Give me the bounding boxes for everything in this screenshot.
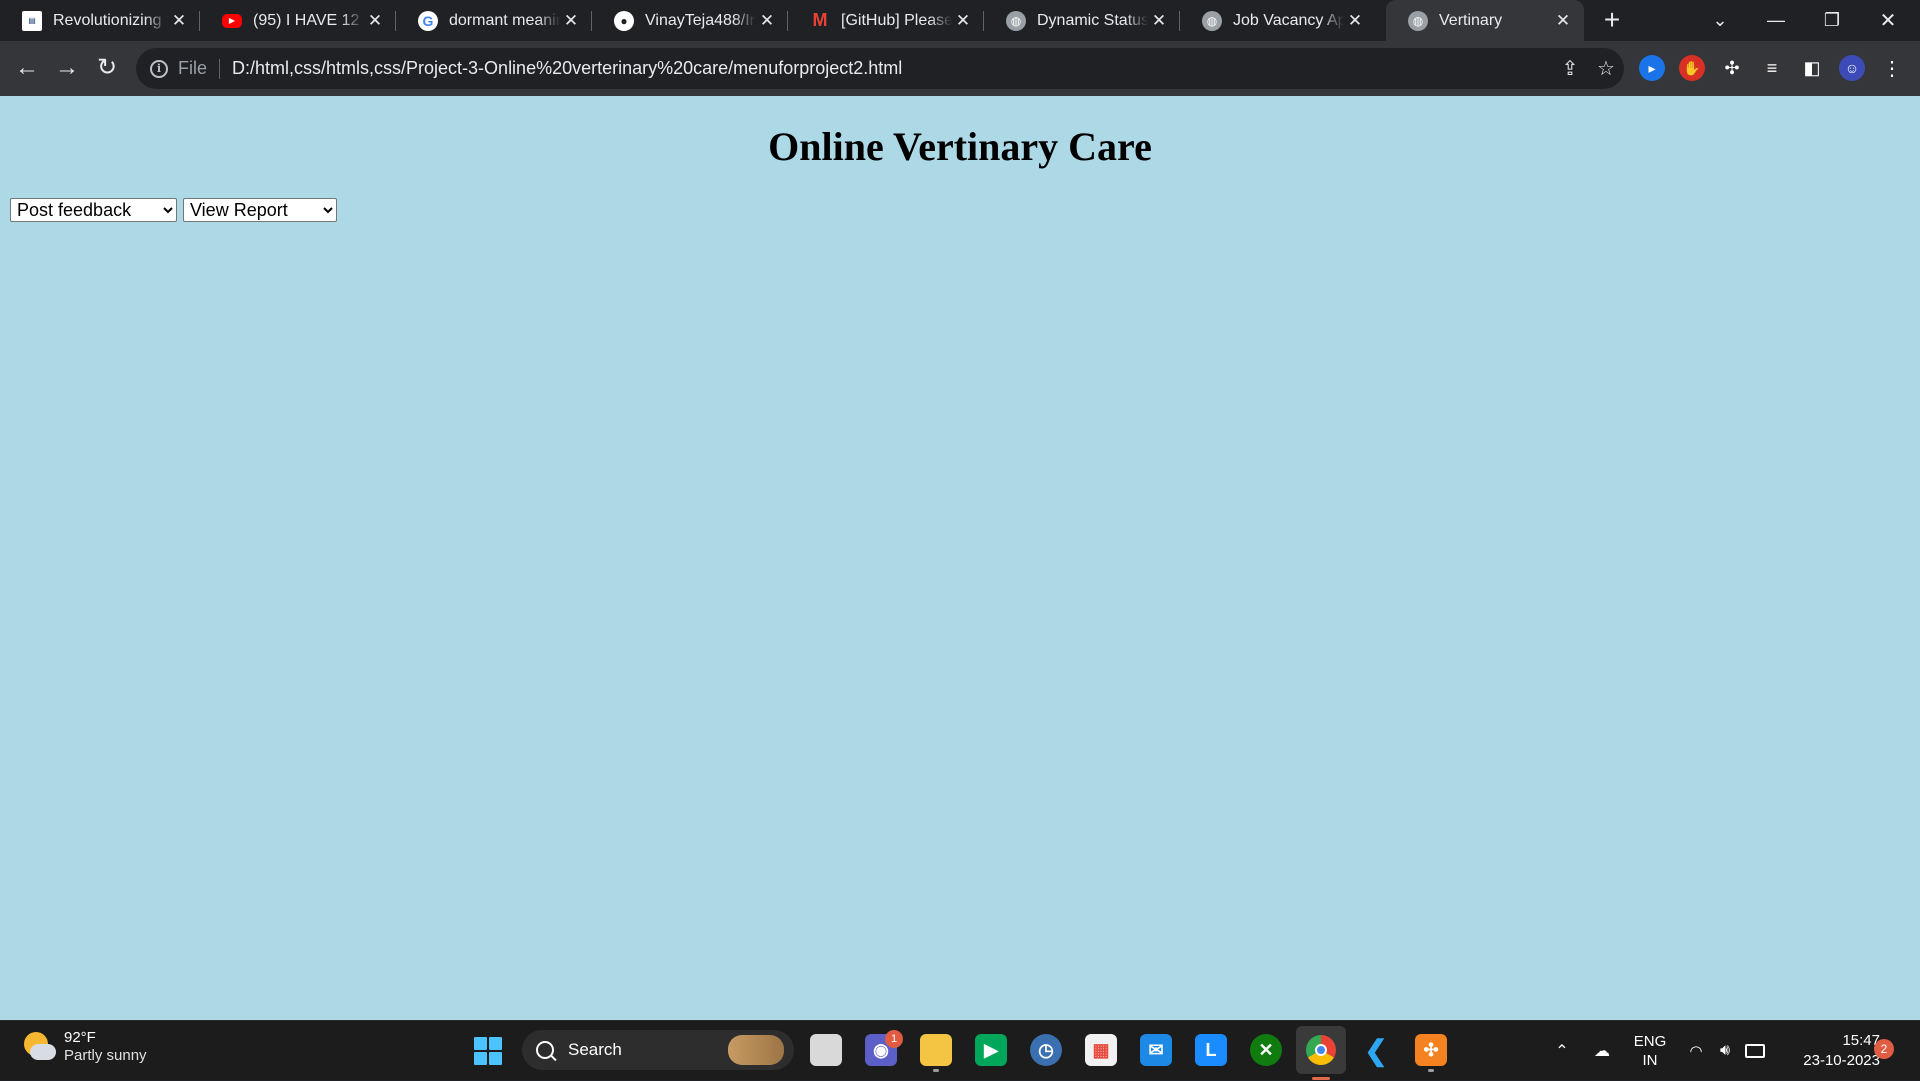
tab-title: Job Vacancy App	[1233, 11, 1344, 29]
tab-0[interactable]: ▤ Revolutionizing t ✕	[0, 0, 200, 41]
weather-temp: 92°F	[64, 1029, 96, 1046]
world-clock-icon[interactable]: ◷	[1030, 1034, 1062, 1066]
clock-time: 15:47	[1842, 1032, 1880, 1049]
partly-sunny-icon	[20, 1030, 56, 1064]
github-icon: ●	[614, 10, 634, 31]
taskbar-search[interactable]: Search	[522, 1030, 794, 1070]
close-icon[interactable]: ✕	[756, 11, 778, 31]
search-icon	[536, 1041, 554, 1059]
youtube-icon: ▶	[222, 13, 242, 28]
xbox-icon[interactable]: ✕	[1250, 1034, 1282, 1066]
menu-kebab-icon[interactable]: ⋮	[1879, 55, 1905, 81]
close-icon[interactable]: ✕	[364, 11, 386, 31]
puzzle-extensions-icon[interactable]: ✣	[1719, 55, 1745, 81]
close-icon[interactable]: ✕	[168, 11, 190, 31]
close-icon[interactable]: ✕	[1552, 11, 1574, 31]
adblock-icon[interactable]: ✋	[1679, 55, 1705, 81]
scheme-label: File	[178, 58, 208, 78]
volume-icon[interactable]: 🔊︎	[1712, 1021, 1738, 1081]
info-icon[interactable]: i	[150, 59, 168, 78]
extension-icon[interactable]: ▸	[1639, 55, 1665, 81]
mail-icon[interactable]: ✉	[1140, 1034, 1172, 1066]
notification-badge[interactable]: 2	[1874, 1039, 1894, 1059]
tab-1[interactable]: ▶ (95) I HAVE 12 M ✕	[200, 0, 396, 41]
reload-button[interactable]: ↻	[92, 53, 122, 83]
menu-bar: Post feedback View Report	[10, 198, 337, 222]
media-control-icon[interactable]: ≡	[1759, 55, 1785, 81]
tab-strip: ▤ Revolutionizing t ✕ ▶ (95) I HAVE 12 M…	[0, 0, 1920, 41]
chrome-icon[interactable]	[1296, 1026, 1346, 1080]
language-line2: IN	[1642, 1052, 1658, 1069]
feedback-menu-select[interactable]: Post feedback	[10, 198, 177, 222]
tab-5[interactable]: ◍ Dynamic Status U ✕	[984, 0, 1180, 41]
google-icon: G	[418, 10, 438, 31]
close-icon[interactable]: ✕	[952, 11, 974, 31]
language-line1: ENG	[1633, 1033, 1667, 1050]
window-close-button[interactable]: ✕	[1860, 0, 1916, 41]
weather-condition: Partly sunny	[64, 1047, 147, 1064]
tab-title: Dynamic Status U	[1037, 11, 1148, 29]
tab-6[interactable]: ◍ Job Vacancy App ✕	[1180, 0, 1376, 41]
google-meet-icon[interactable]: ▶	[975, 1034, 1007, 1066]
bookmark-star-icon[interactable]: ☆	[1588, 56, 1624, 81]
task-view-icon[interactable]	[810, 1034, 842, 1066]
tab-7-active[interactable]: ◍ Vertinary ✕	[1386, 0, 1584, 41]
wifi-icon[interactable]: ◠	[1684, 1021, 1708, 1081]
gmail-icon: M	[812, 10, 828, 30]
vscode-icon[interactable]: ❮	[1360, 1034, 1392, 1066]
forward-button[interactable]: →	[52, 53, 82, 83]
globe-icon: ◍	[1408, 10, 1428, 31]
page-title: Online Vertinary Care	[768, 124, 1152, 169]
weather-widget[interactable]: 92°F Partly sunny	[20, 1029, 147, 1065]
tab-title: [GitHub] Please v	[841, 11, 952, 29]
tab-title: dormant meanin	[449, 11, 560, 29]
microsoft-store-icon[interactable]: ▦	[1085, 1034, 1117, 1066]
tab-search-chevron-icon[interactable]: ⌄	[1692, 0, 1748, 41]
back-button[interactable]: ←	[12, 53, 42, 83]
close-icon[interactable]: ✕	[560, 11, 582, 31]
globe-icon: ◍	[1006, 10, 1026, 31]
globe-icon: ◍	[1202, 10, 1222, 31]
side-panel-icon[interactable]: ◧	[1799, 55, 1825, 81]
tab-2[interactable]: G dormant meanin ✕	[396, 0, 592, 41]
system-clock[interactable]: 15:47 23-10-2023	[1780, 1031, 1880, 1071]
report-menu-select[interactable]: View Report	[183, 198, 337, 222]
file-explorer-icon[interactable]	[920, 1034, 952, 1072]
address-bar[interactable]: i File D:/html,css/htmls,css/Project-3-O…	[136, 48, 1624, 89]
browser-toolbar: ← → ↻ i File D:/html,css/htmls,css/Proje…	[0, 41, 1920, 96]
clock-date: 23-10-2023	[1803, 1052, 1880, 1069]
search-highlight-image	[728, 1035, 784, 1065]
news-icon: ▤	[22, 10, 42, 31]
language-indicator[interactable]: ENG IN	[1630, 1021, 1670, 1081]
profile-avatar[interactable]: ☺	[1839, 55, 1865, 81]
onedrive-cloud-icon[interactable]: ☁	[1588, 1021, 1616, 1081]
tab-title: Vertinary	[1439, 11, 1503, 29]
address-divider	[219, 58, 221, 79]
share-icon[interactable]: ⇪	[1552, 56, 1588, 81]
close-icon[interactable]: ✕	[1148, 11, 1170, 31]
tab-3[interactable]: ● VinayTeja488/Int ✕	[592, 0, 788, 41]
show-hidden-icons-chevron-icon[interactable]: ⌃	[1550, 1021, 1574, 1081]
restore-button[interactable]: ❐	[1804, 0, 1860, 41]
close-icon[interactable]: ✕	[1344, 11, 1366, 31]
tab-title: Revolutionizing t	[53, 11, 168, 29]
page-content: Online Vertinary Care Post feedback View…	[0, 96, 1920, 1020]
windows-start-icon[interactable]	[474, 1037, 502, 1065]
xampp-icon[interactable]: ✣	[1415, 1034, 1447, 1072]
windows-taskbar: 92°F Partly sunny Search ◉ 1 ▶ ◷ ▦ ✉ L ✕ …	[0, 1020, 1920, 1080]
minimize-button[interactable]: —	[1748, 0, 1804, 41]
teams-chat-icon[interactable]: ◉ 1	[865, 1030, 903, 1066]
search-label: Search	[568, 1040, 622, 1059]
tab-title: (95) I HAVE 12 M	[253, 11, 364, 29]
l-app-icon[interactable]: L	[1195, 1034, 1227, 1066]
url-text[interactable]: D:/html,css/htmls,css/Project-3-Online%2…	[232, 58, 1552, 79]
tab-title: VinayTeja488/Int	[645, 11, 756, 29]
teams-badge: 1	[885, 1030, 903, 1048]
new-tab-button[interactable]: +	[1597, 6, 1627, 36]
tab-4[interactable]: M [GitHub] Please v ✕	[788, 0, 984, 41]
battery-icon[interactable]	[1742, 1021, 1768, 1081]
